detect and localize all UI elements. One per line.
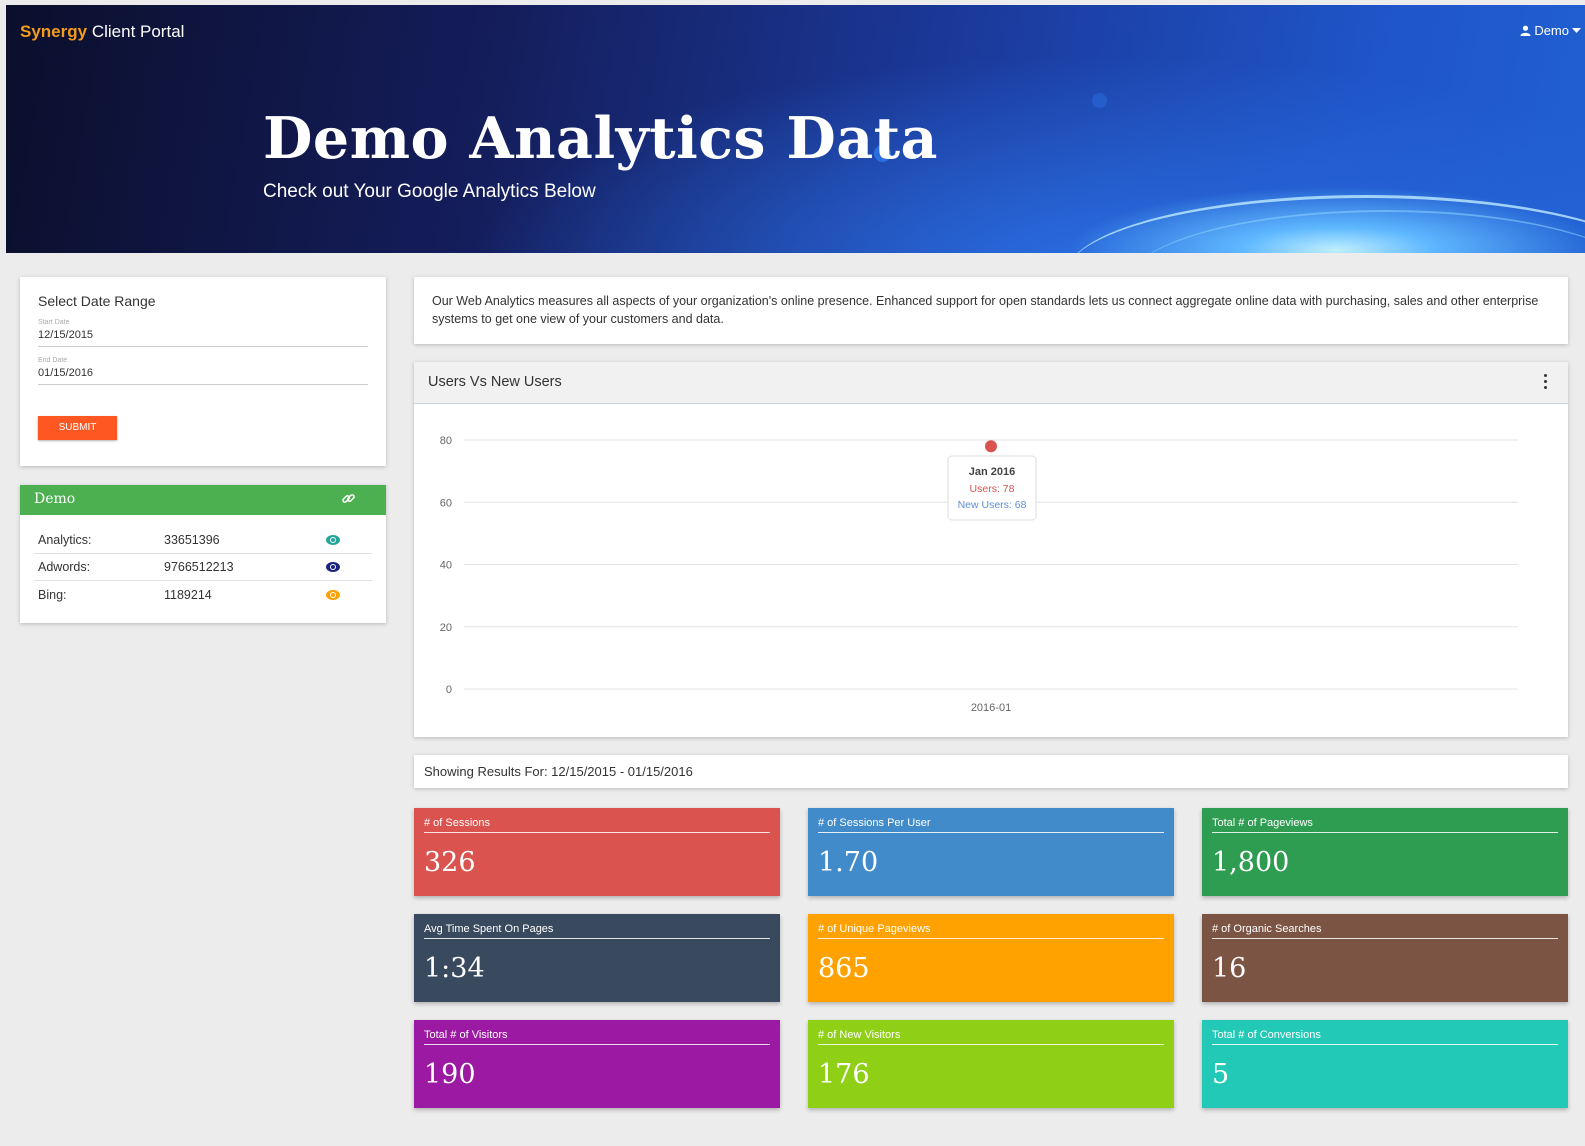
users-chart: 0 20 40 60 80 2016-01 Jan 2016 Users: 78 New Use… (440, 435, 1518, 714)
y-tick-label: 20 (440, 622, 452, 634)
view-eye-icon[interactable] (326, 589, 340, 600)
stat-value: 176 (818, 1059, 870, 1090)
account-card: Demo Analytics: 33651396 Adwords: 976651… (20, 485, 386, 623)
stat-value: 865 (818, 953, 870, 984)
account-row-analytics: Analytics: 33651396 (34, 527, 372, 554)
stat-value: 1,800 (1212, 847, 1290, 878)
stat-value: 16 (1212, 953, 1247, 984)
caret-down-icon (1572, 27, 1581, 33)
account-row-label: Bing: (38, 587, 67, 602)
date-range-title: Select Date Range (38, 293, 156, 309)
end-date-input[interactable]: 01/15/2016 (38, 364, 368, 385)
account-row-label: Adwords: (38, 560, 91, 574)
stat-title: # of Sessions (424, 817, 770, 833)
y-tick-label: 80 (440, 435, 452, 447)
user-icon (1520, 25, 1531, 36)
stat-title: # of Organic Searches (1212, 923, 1558, 939)
stat-tile-sessions: # of Sessions 326 (414, 808, 780, 896)
user-name: Demo (1534, 23, 1569, 38)
stat-title: # of New Visitors (818, 1029, 1164, 1045)
stat-value: 326 (424, 847, 476, 878)
account-row-adwords: Adwords: 9766512213 (34, 554, 372, 581)
page-subtitle: Check out Your Google Analytics Below (263, 181, 596, 202)
stat-title: # of Sessions Per User (818, 817, 1164, 833)
tooltip-new-users: New Users: 68 (958, 499, 1027, 511)
tooltip-title: Jan 2016 (969, 466, 1015, 478)
chart-card: Users Vs New Users 0 20 40 60 80 2016-01 Jan 2… (414, 362, 1568, 737)
start-date-label: Start Date (38, 319, 70, 326)
submit-button[interactable]: SUBMIT (38, 416, 117, 440)
chart-header: Users Vs New Users (414, 362, 1568, 404)
link-icon[interactable] (341, 491, 356, 510)
y-tick-label: 0 (446, 684, 452, 696)
stat-title: # of Unique Pageviews (818, 923, 1164, 939)
users-point (985, 440, 997, 453)
decor-dot (1092, 93, 1107, 108)
stat-tile-pageviews: Total # of Pageviews 1,800 (1202, 808, 1568, 896)
y-tick-label: 60 (440, 497, 452, 509)
account-row-value: 1189214 (164, 587, 212, 602)
brand-logo[interactable]: Synergy Client Portal (20, 22, 184, 42)
hero-banner: Synergy Client Portal Demo Demo Analytic… (6, 5, 1585, 253)
stat-value: 5 (1212, 1059, 1230, 1090)
results-text: Showing Results For: 12/15/2015 - 01/15/… (424, 764, 693, 779)
start-date-input[interactable]: 12/15/2015 (38, 326, 368, 347)
view-eye-icon[interactable] (326, 562, 340, 572)
brand-name: Client Portal (91, 22, 185, 41)
brand-accent: Synergy (20, 22, 88, 41)
stat-title: Avg Time Spent On Pages (424, 923, 770, 939)
account-row-value: 9766512213 (164, 560, 234, 574)
stat-title: Total # of Conversions (1212, 1029, 1558, 1045)
stat-value: 1:34 (424, 953, 485, 984)
account-row-value: 33651396 (164, 533, 220, 547)
stat-tile-new-visitors: # of New Visitors 176 (808, 1020, 1174, 1108)
chart-title: Users Vs New Users (428, 374, 562, 390)
account-card-header: Demo (20, 485, 386, 515)
stat-title: Total # of Visitors (424, 1029, 770, 1045)
stat-value: 1.70 (818, 847, 879, 878)
stat-value: 190 (424, 1059, 476, 1090)
stat-tile-visitors: Total # of Visitors 190 (414, 1020, 780, 1108)
account-row-bing: Bing: 1189214 (34, 581, 372, 608)
stat-tile-unique-pageviews: # of Unique Pageviews 865 (808, 914, 1174, 1002)
description-card: Our Web Analytics measures all aspects o… (414, 277, 1568, 344)
description-text: Our Web Analytics measures all aspects o… (432, 294, 1539, 326)
stat-tile-avg-time: Avg Time Spent On Pages 1:34 (414, 914, 780, 1002)
account-row-label: Analytics: (38, 533, 92, 547)
stat-tile-organic-searches: # of Organic Searches 16 (1202, 914, 1568, 1002)
stat-tile-conversions: Total # of Conversions 5 (1202, 1020, 1568, 1108)
more-options-icon[interactable] (1544, 374, 1548, 392)
view-eye-icon[interactable] (326, 535, 340, 545)
end-date-label: End Date (38, 357, 68, 364)
results-bar: Showing Results For: 12/15/2015 - 01/15/… (414, 755, 1568, 788)
user-menu[interactable]: Demo (1520, 23, 1581, 38)
y-tick-label: 40 (440, 560, 452, 572)
stat-tile-sessions-per-user: # of Sessions Per User 1.70 (808, 808, 1174, 896)
date-range-card: Select Date Range Start Date 12/15/2015 … (20, 277, 386, 466)
tooltip-users: Users: 78 (970, 483, 1015, 495)
account-name: Demo (34, 491, 76, 507)
stat-title: Total # of Pageviews (1212, 817, 1558, 833)
x-tick-label: 2016-01 (971, 702, 1011, 714)
page-title: Demo Analytics Data (263, 105, 938, 172)
